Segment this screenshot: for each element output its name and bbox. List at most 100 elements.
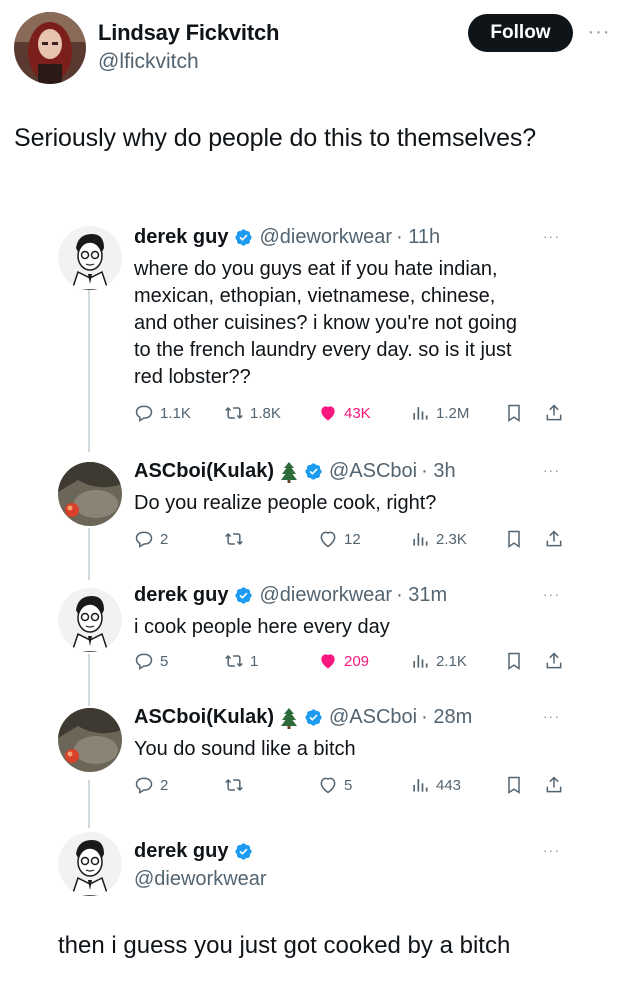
bookmark-button[interactable] — [504, 648, 524, 674]
views-icon — [413, 655, 428, 668]
reply-button[interactable]: 5 — [134, 648, 168, 674]
author-name[interactable]: ASCboi(Kulak) — [134, 706, 274, 729]
tweet-line: red lobster?? — [134, 366, 251, 388]
author-name[interactable]: Lindsay Fickvitch — [98, 20, 279, 46]
avatar[interactable] — [58, 708, 122, 772]
repost-icon — [225, 532, 243, 546]
like-count: 209 — [344, 652, 370, 670]
tree-emoji-icon — [281, 707, 297, 729]
thread-line — [88, 528, 90, 580]
repost-count: 1 — [250, 652, 259, 670]
more-icon[interactable]: ··· — [543, 586, 560, 602]
tweet-body: then i guess you just got cooked by a bi… — [58, 932, 511, 959]
tweet-line: mexican, ethopian, vietnamese, chinese, — [134, 285, 496, 307]
heart-filled-icon — [321, 406, 335, 421]
tweet-body: You do sound like a bitch — [134, 736, 574, 763]
author-name[interactable]: derek guy — [134, 840, 228, 863]
like-button[interactable]: 5 — [318, 772, 352, 798]
view-count: 2.3K — [436, 530, 467, 548]
tweet-header: ASCboi(Kulak) @ASCboi · 3h — [134, 460, 456, 483]
avatar[interactable] — [58, 832, 122, 896]
thread-line — [88, 654, 90, 706]
bookmark-icon — [508, 652, 520, 670]
heart-filled-icon — [321, 654, 335, 669]
like-button[interactable]: 209 — [318, 648, 369, 674]
more-icon[interactable]: ··· — [584, 21, 614, 43]
like-count: 5 — [344, 776, 353, 794]
bookmark-button[interactable] — [504, 526, 524, 552]
views-button[interactable]: 443 — [410, 772, 461, 798]
author-name[interactable]: ASCboi(Kulak) — [134, 460, 274, 483]
reply-count: 2 — [160, 530, 169, 548]
repost-button[interactable]: 1.8K — [224, 400, 281, 426]
more-icon[interactable]: ··· — [543, 708, 560, 724]
bookmark-button[interactable] — [504, 772, 524, 798]
more-icon[interactable]: ··· — [543, 842, 560, 858]
repost-icon — [225, 406, 243, 420]
avatar[interactable] — [14, 12, 86, 84]
more-icon[interactable]: ··· — [543, 228, 560, 244]
avatar[interactable] — [58, 588, 122, 652]
views-button[interactable]: 1.2M — [410, 400, 469, 426]
author-handle[interactable]: @dieworkwear — [259, 226, 392, 249]
tweet-line: to the french laundry every day. so is i… — [134, 339, 512, 361]
bookmark-icon — [508, 530, 520, 548]
repost-button[interactable] — [224, 772, 250, 798]
verified-badge-icon — [235, 229, 253, 246]
repost-button[interactable]: 1 — [224, 648, 258, 674]
views-icon — [413, 533, 428, 546]
like-button[interactable]: 12 — [318, 526, 361, 552]
timestamp[interactable]: · 31m — [396, 584, 447, 607]
reply-icon — [135, 531, 153, 548]
share-icon — [546, 776, 562, 793]
reply-count: 1.1K — [160, 404, 191, 422]
tweet-line: Do you realize people cook, right? — [134, 492, 437, 514]
action-bar: 2 5 443 — [134, 772, 574, 798]
timestamp[interactable]: · 11h — [396, 226, 440, 249]
author-handle[interactable]: @dieworkwear — [134, 868, 267, 891]
tweet-header: derek guy @dieworkwear · 11h — [134, 226, 440, 249]
like-button[interactable]: 43K — [318, 400, 371, 426]
views-icon — [413, 779, 428, 792]
repost-icon — [225, 654, 243, 668]
like-count: 43K — [344, 404, 371, 422]
verified-badge-icon — [235, 843, 253, 860]
verified-badge-icon — [305, 463, 322, 480]
more-icon[interactable]: ··· — [543, 462, 560, 478]
repost-count: 1.8K — [250, 404, 281, 422]
thread-line — [88, 290, 90, 452]
author-name[interactable]: derek guy — [134, 226, 228, 249]
share-button[interactable] — [544, 526, 564, 552]
reply-icon — [135, 405, 153, 422]
timestamp[interactable]: · 3h — [421, 460, 455, 483]
author-handle[interactable]: @lfickvitch — [98, 50, 199, 74]
tweet-line: and other cuisines? i know you're not go… — [134, 312, 517, 334]
avatar[interactable] — [58, 226, 122, 290]
views-button[interactable]: 2.3K — [410, 526, 467, 552]
follow-button[interactable]: Follow — [468, 14, 573, 52]
author-handle[interactable]: @ASCboi — [329, 460, 417, 483]
avatar[interactable] — [58, 462, 122, 526]
bookmark-icon — [508, 404, 520, 422]
author-handle[interactable]: @ASCboi — [329, 706, 417, 729]
share-button[interactable] — [544, 772, 564, 798]
tweet-line: You do sound like a bitch — [134, 738, 356, 760]
tweet-header: derek guy @dieworkwear · 31m — [134, 584, 447, 607]
views-button[interactable]: 2.1K — [410, 648, 467, 674]
share-button[interactable] — [544, 400, 564, 426]
reply-button[interactable]: 2 — [134, 772, 168, 798]
reply-button[interactable]: 2 — [134, 526, 168, 552]
post-header: Lindsay Fickvitch @lfickvitch Follow ··· — [0, 0, 629, 100]
reply-button[interactable]: 1.1K — [134, 400, 191, 426]
repost-button[interactable] — [224, 526, 250, 552]
share-icon — [546, 404, 562, 421]
share-button[interactable] — [544, 648, 564, 674]
verified-badge-icon — [305, 709, 322, 726]
author-handle[interactable]: @dieworkwear — [259, 584, 392, 607]
author-name[interactable]: derek guy — [134, 584, 228, 607]
timestamp[interactable]: · 28m — [421, 706, 472, 729]
view-count: 443 — [436, 776, 462, 794]
tweet-header: derek guy — [134, 840, 253, 863]
bookmark-button[interactable] — [504, 400, 524, 426]
share-icon — [546, 530, 562, 547]
